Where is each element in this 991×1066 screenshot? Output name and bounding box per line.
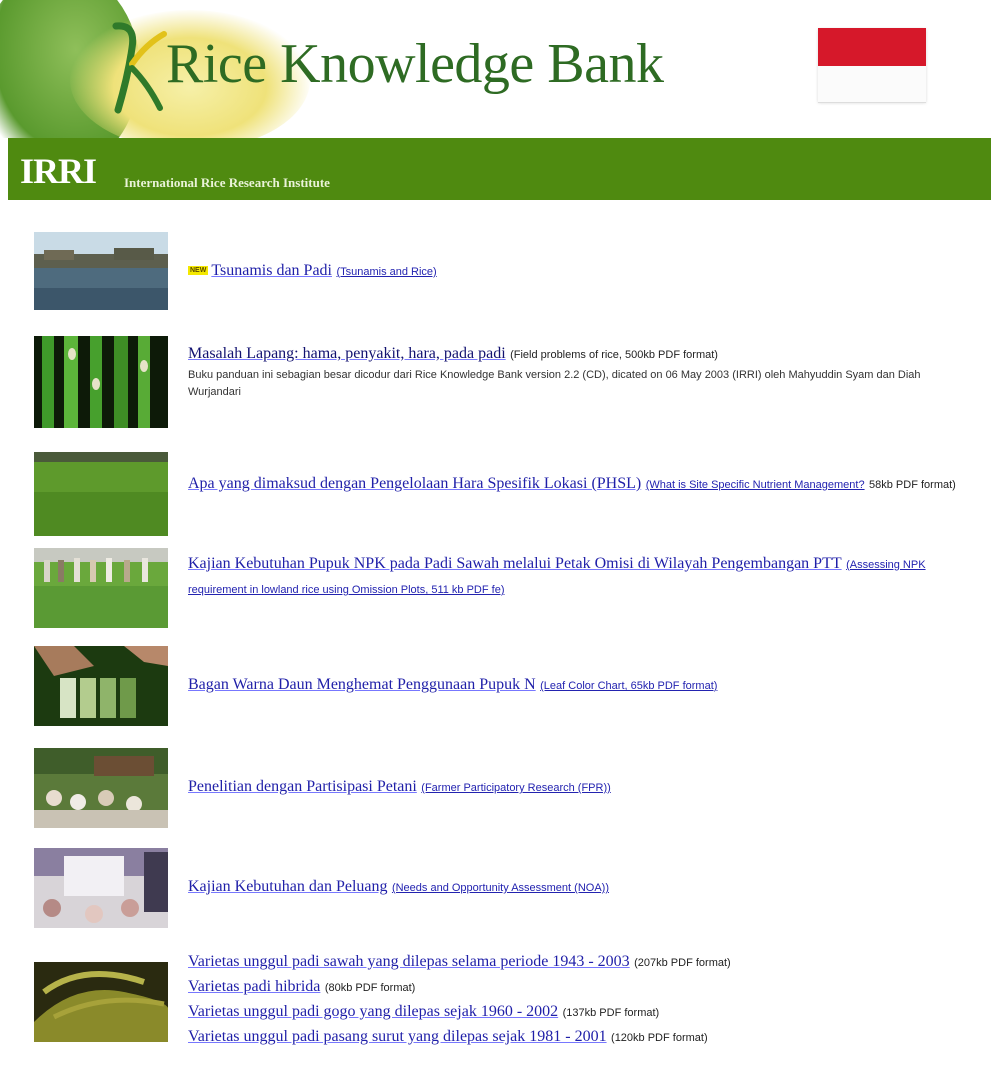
field-problems-meta: (Field problems of rice, 500kb PDF forma…	[510, 349, 718, 361]
rice-stem-photo	[34, 336, 168, 428]
farmers-meeting-photo	[34, 748, 168, 828]
varietas-gogo-link[interactable]: Varietas unggul padi gogo yang dilepas s…	[188, 1003, 558, 1020]
phsl-link[interactable]: Apa yang dimaksud dengan Pengelolaan Har…	[188, 475, 641, 492]
varietas-pasang-surut-meta: (120kb PDF format)	[611, 1032, 708, 1044]
ssnm-english-link[interactable]: (What is Site Specific Nutrient Manageme…	[646, 479, 865, 491]
noa-english-link[interactable]: (Needs and Opportunity Assessment (NOA))	[392, 882, 609, 894]
irri-logo: IRRI	[20, 151, 97, 191]
varietas-pasang-surut-link[interactable]: Varietas unggul padi pasang surut yang d…	[188, 1028, 607, 1045]
new-badge: NEW	[188, 266, 209, 275]
fpr-english-link[interactable]: (Farmer Participatory Research (FPR))	[421, 782, 610, 794]
varietas-hibrida-link[interactable]: Varietas padi hibrida	[188, 978, 320, 995]
irri-banner: IRRI International Rice Research Institu…	[8, 138, 991, 200]
rkb-logo-icon	[112, 22, 167, 114]
lcc-link[interactable]: Bagan Warna Daun Menghemat Penggunaan Pu…	[188, 676, 536, 693]
site-header: Rice Knowledge Bank	[0, 0, 991, 138]
field-problems-description: Buku panduan ini sebagian besar dicodur …	[188, 369, 921, 398]
varietas-sawah-link[interactable]: Varietas unggul padi sawah yang dilepas …	[188, 953, 630, 970]
field-problems-link[interactable]: Masalah Lapang: hama, penyakit, hara, pa…	[188, 345, 506, 362]
site-title: Rice Knowledge Bank	[166, 33, 664, 95]
tsunami-rice-english-link[interactable]: (Tsunamis and Rice)	[336, 266, 436, 278]
lcc-meta: (Leaf Color Chart, 65kb PDF format)	[540, 680, 718, 692]
noa-link[interactable]: Kajian Kebutuhan dan Peluang	[188, 878, 388, 895]
rice-field-photo	[34, 452, 168, 536]
leaf-color-chart-photo	[34, 646, 168, 726]
varietas-gogo-meta: (137kb PDF format)	[562, 1007, 660, 1019]
tsunami-rice-link[interactable]: Tsunamis dan Padi	[211, 262, 332, 279]
irri-full-name: International Rice Research Institute	[124, 175, 330, 190]
varietas-sawah-meta: (207kb PDF format)	[634, 957, 731, 969]
indonesia-flag-icon[interactable]	[818, 28, 926, 103]
rice-grain-photo	[34, 962, 168, 1042]
omission-plot-photo	[34, 548, 168, 628]
tsunami-photo	[34, 232, 168, 310]
workshop-photo	[34, 848, 168, 928]
fpr-link[interactable]: Penelitian dengan Partisipasi Petani	[188, 778, 417, 795]
phsl-meta: 58kb PDF format)	[869, 479, 956, 491]
varietas-hibrida-meta: (80kb PDF format)	[324, 982, 416, 994]
npk-omission-link[interactable]: Kajian Kebutuhan Pupuk NPK pada Padi Saw…	[188, 555, 842, 572]
